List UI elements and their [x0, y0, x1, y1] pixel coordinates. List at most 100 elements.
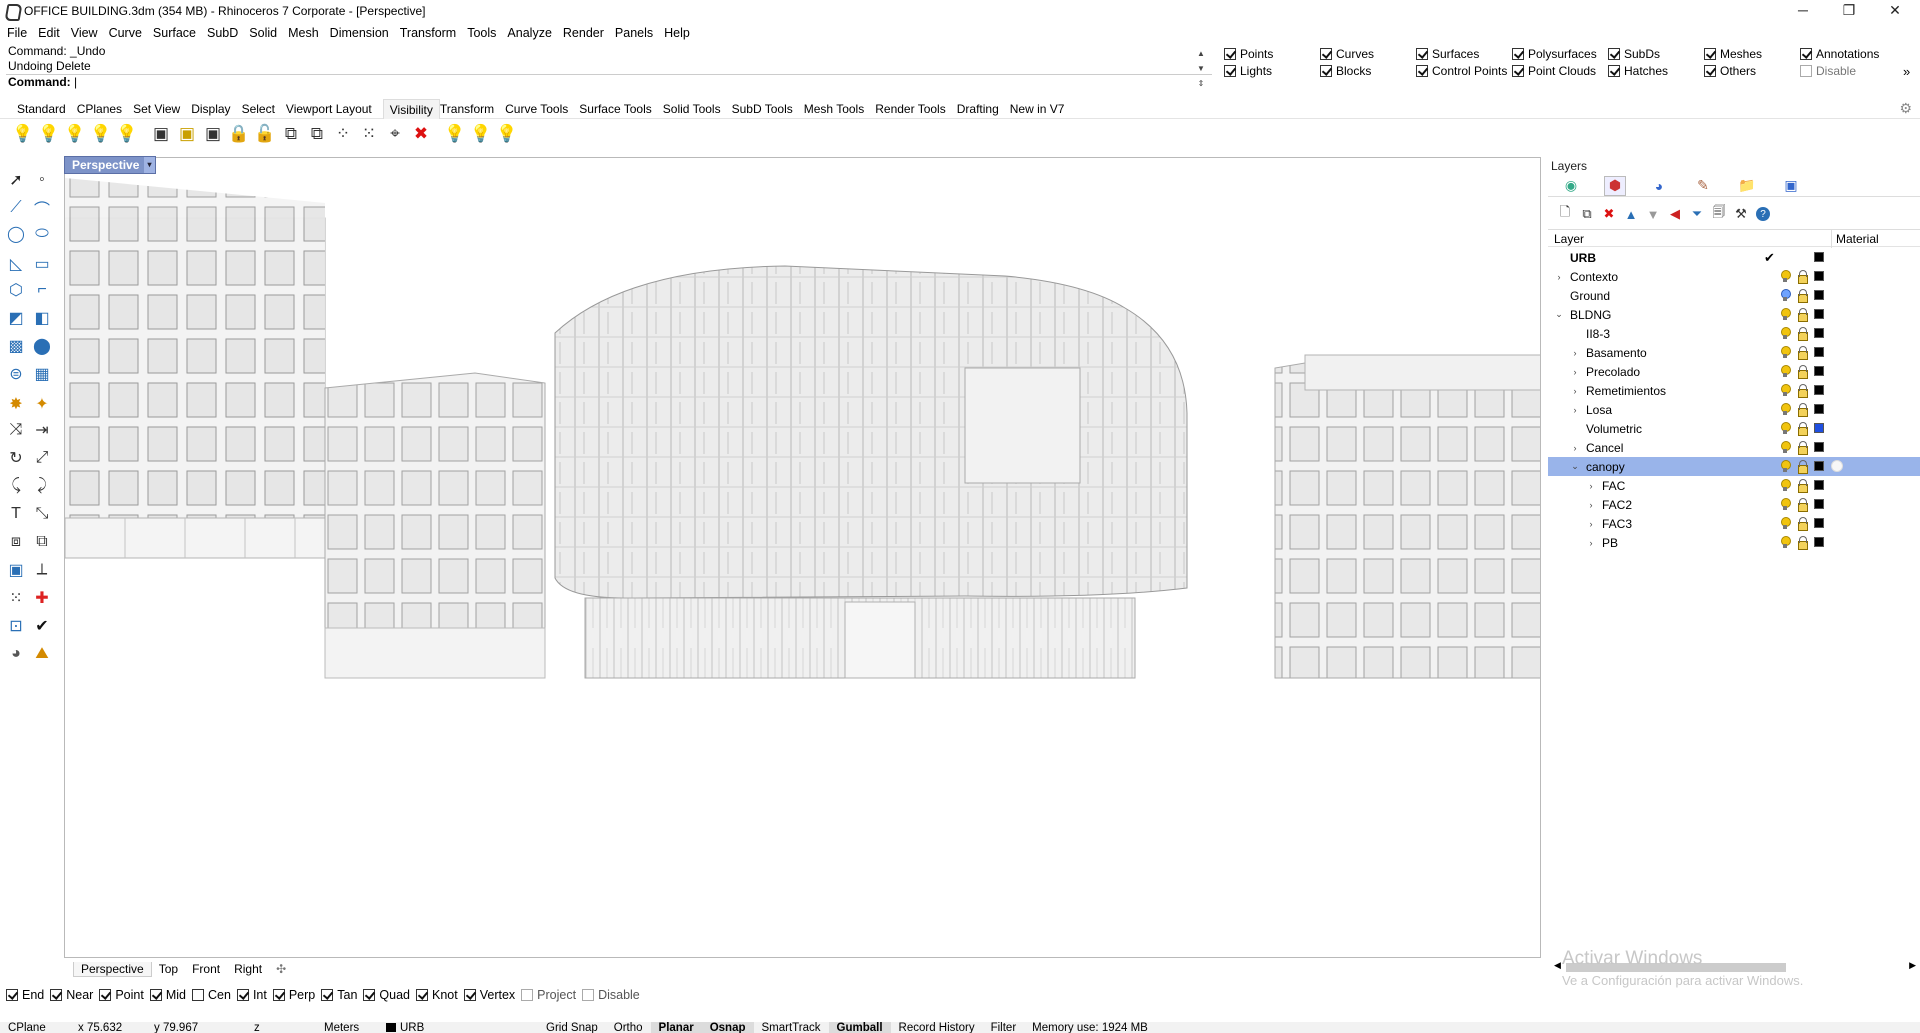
boolean-union-icon[interactable]: ✸ [4, 392, 28, 416]
lock-icon[interactable] [1797, 270, 1808, 284]
gear-icon[interactable]: ⚙ [1899, 100, 1912, 117]
grid-snap-toggle[interactable]: Grid Snap [538, 1022, 606, 1033]
osnap-mid[interactable]: Mid [149, 988, 186, 1002]
collapse-arrow-icon[interactable]: ⌄ [1570, 461, 1580, 472]
menu-item[interactable]: Render [563, 26, 604, 40]
layer-on-icon[interactable]: 💡 [442, 121, 468, 147]
visibility-bulb-icon[interactable] [1780, 517, 1791, 530]
expand-arrow-icon[interactable]: › [1570, 443, 1580, 453]
command-scrollbar[interactable]: ▲ ▼ ⇕ [1195, 46, 1207, 94]
material-sphere-icon[interactable] [1831, 460, 1843, 472]
layer-row[interactable]: › Precolado [1548, 362, 1920, 381]
layer-name[interactable]: canopy [1586, 460, 1625, 474]
close-button[interactable]: ✕ [1872, 0, 1918, 22]
menu-item[interactable]: Analyze [507, 26, 551, 40]
menu-item[interactable]: Mesh [288, 26, 319, 40]
osnap-perp[interactable]: Perp [272, 988, 315, 1002]
layer-name[interactable]: Volumetric [1586, 422, 1642, 436]
layer-color-swatch[interactable] [1814, 537, 1824, 547]
hide-layer-icon[interactable]: ▣ [148, 121, 174, 147]
rectangle-icon[interactable]: ▭ [30, 252, 54, 276]
expand-arrow-icon[interactable]: › [1570, 367, 1580, 377]
isolate-icon[interactable]: ▣ [200, 121, 226, 147]
gumball-move-icon[interactable]: ⤨ [4, 418, 28, 442]
osnap-near[interactable]: Near [50, 988, 93, 1002]
rhino-app-icon[interactable] [4, 3, 20, 19]
layer-row[interactable]: ⌄ canopy [1548, 457, 1920, 476]
layer-row[interactable]: Ground [1548, 286, 1920, 305]
collapse-arrow-icon[interactable]: ⌄ [1554, 309, 1564, 320]
show-points-icon[interactable]: ⁘ [330, 121, 356, 147]
lock-icon[interactable] [1797, 403, 1808, 417]
layer-color-swatch[interactable] [1814, 499, 1824, 509]
layer-color-swatch[interactable] [1814, 347, 1824, 357]
filter-others[interactable]: Others [1704, 63, 1756, 79]
layer-name[interactable]: Cancel [1586, 441, 1623, 455]
split-icon[interactable]: ⤹ [4, 474, 28, 498]
layer-row[interactable]: › FAC [1548, 476, 1920, 495]
layer-name[interactable]: BLDNG [1570, 308, 1611, 322]
move-down-icon[interactable]: ▼ [1642, 205, 1664, 223]
viewport-title-tab[interactable]: Perspective ▾ [64, 156, 156, 174]
checkbox[interactable] [1416, 48, 1428, 60]
tab-solid-tools[interactable]: Solid Tools [663, 99, 732, 119]
filter-points[interactable]: Points [1224, 46, 1273, 62]
filter-control-points[interactable]: Control Points [1416, 63, 1507, 79]
layers-tab-icon[interactable]: ⬢ [1604, 175, 1626, 196]
lock-icon[interactable] [1797, 365, 1808, 379]
checkbox[interactable] [99, 989, 112, 1001]
visibility-bulb-icon[interactable] [1780, 441, 1791, 454]
tab-surface-tools[interactable]: Surface Tools [579, 99, 663, 119]
text-icon[interactable]: T [4, 502, 28, 526]
help-tab-icon[interactable]: ▣ [1780, 176, 1802, 196]
visibility-bulb-icon[interactable] [1780, 479, 1791, 492]
checkbox[interactable] [149, 989, 162, 1001]
visibility-bulb-icon[interactable] [1780, 498, 1791, 511]
checkbox[interactable] [363, 989, 376, 1001]
layer-name[interactable]: FAC2 [1602, 498, 1632, 512]
filter-toggle[interactable]: Filter [983, 1022, 1025, 1033]
layer-color-swatch[interactable] [1814, 461, 1824, 471]
lock-icon[interactable] [1797, 422, 1808, 436]
checkbox[interactable] [1800, 65, 1812, 77]
new-layer-icon[interactable]: 🗋 [1554, 204, 1576, 223]
lock-icon[interactable] [1797, 384, 1808, 398]
expand-arrow-icon[interactable]: › [1570, 386, 1580, 396]
expand-arrow-icon[interactable]: › [1586, 481, 1596, 491]
ellipse-icon[interactable]: ⬭ [30, 222, 54, 246]
checkbox[interactable] [1608, 65, 1620, 77]
visibility-bulb-icon[interactable] [1780, 308, 1791, 321]
analyze-icon[interactable]: ✚ [30, 586, 54, 610]
visibility-bulb-icon[interactable] [1780, 536, 1791, 549]
control-points-off-icon[interactable]: ✖ [408, 121, 434, 147]
layer-row[interactable]: ⌄ BLDNG [1548, 305, 1920, 324]
filter-disable[interactable]: Disable [1800, 63, 1856, 79]
move-up-icon[interactable]: ▲ [1620, 205, 1642, 223]
lock-icon[interactable]: 🔒 [226, 121, 252, 147]
block-icon[interactable]: ▣ [4, 558, 28, 582]
checkbox[interactable] [416, 989, 428, 1001]
checkbox[interactable] [1704, 48, 1716, 60]
osnap-point[interactable]: Point [99, 988, 144, 1002]
checkbox[interactable] [192, 989, 204, 1001]
layer-name[interactable]: Losa [1586, 403, 1612, 417]
filter-more-icon[interactable]: » [1903, 64, 1910, 79]
tab-select[interactable]: Select [242, 99, 286, 119]
layer-off-icon[interactable]: 💡 [468, 121, 494, 147]
lock-icon[interactable] [1797, 308, 1808, 322]
layer-color-swatch[interactable] [1814, 309, 1824, 319]
materials-tab-icon[interactable]: ✎ [1692, 176, 1714, 196]
checkbox[interactable] [321, 989, 334, 1001]
filter-polysurfaces[interactable]: Polysurfaces [1512, 46, 1597, 62]
measure-icon[interactable]: ⟂ [30, 558, 54, 582]
lock-swap-icon[interactable]: ⧉ [278, 121, 304, 147]
polyline-icon[interactable]: ⟋ [4, 196, 28, 220]
checkbox[interactable] [582, 989, 595, 1001]
osnap-knot[interactable]: Knot [416, 988, 458, 1002]
checkbox[interactable] [1704, 65, 1716, 77]
layer-name[interactable]: FAC3 [1602, 517, 1632, 531]
layer-name[interactable]: Ground [1570, 289, 1610, 303]
layer-row[interactable]: › Remetimientos [1548, 381, 1920, 400]
lock-icon[interactable] [1797, 536, 1808, 550]
layer-row[interactable]: › FAC3 [1548, 514, 1920, 533]
